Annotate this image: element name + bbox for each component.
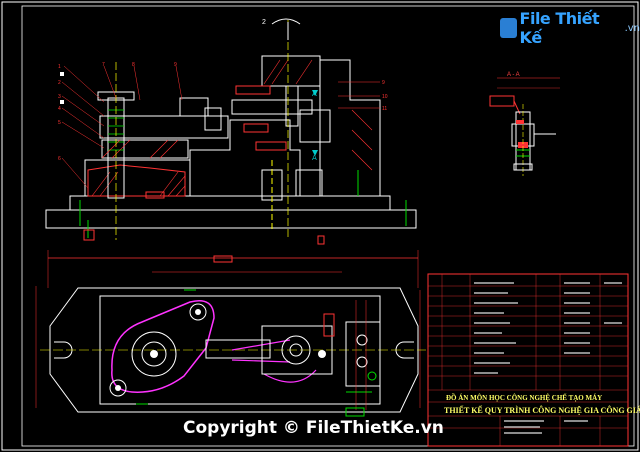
- svg-text:2: 2: [58, 80, 61, 86]
- drawing-inner-border: [21, 5, 635, 447]
- svg-text:9: 9: [174, 62, 177, 68]
- technical-drawing-canvas: 2 A A 1 2 3 4 5 6 7 8 9 9 10 11: [1, 1, 639, 451]
- svg-text:A: A: [312, 154, 317, 162]
- logo-icon: [500, 18, 517, 38]
- copyright-watermark: Copyright © FileThietKe.vn: [183, 418, 444, 438]
- watermark-logo: File Thiết Kế .vn: [500, 9, 640, 47]
- svg-text:7: 7: [102, 62, 105, 68]
- title-block-line-2: THIẾT KẾ QUY TRÌNH CÔNG NGHỆ GIA CÔNG GI…: [444, 406, 640, 415]
- parts-list-table: [427, 273, 629, 447]
- front-view: 2 A A 1 2 3 4 5 6 7 8 9 9 10 11: [45, 18, 417, 245]
- svg-text:9: 9: [382, 80, 385, 86]
- svg-text:1: 1: [58, 64, 61, 70]
- svg-text:5: 5: [58, 120, 61, 126]
- svg-text:11: 11: [382, 106, 387, 112]
- section-label: A - A: [507, 72, 520, 78]
- svg-text:10: 10: [382, 94, 388, 100]
- logo-suffix: .vn: [624, 22, 640, 34]
- svg-text:2: 2: [262, 19, 266, 26]
- svg-text:8: 8: [132, 62, 135, 68]
- title-block-line-1: ĐỒ ÁN MÔN HỌC CÔNG NGHỆ CHẾ TẠO MÁY: [446, 394, 603, 402]
- svg-text:3: 3: [58, 94, 61, 100]
- top-view: [35, 250, 426, 417]
- logo-text: File Thiết Kế: [519, 9, 600, 47]
- svg-text:A: A: [312, 90, 317, 98]
- section-view-a-a: [489, 77, 560, 176]
- svg-text:6: 6: [58, 156, 61, 162]
- svg-text:4: 4: [58, 106, 61, 112]
